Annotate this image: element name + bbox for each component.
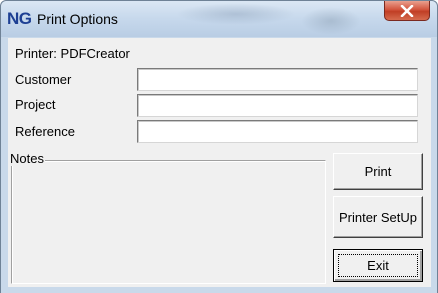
title-bar-glass — [176, 3, 296, 25]
customer-label: Customer — [15, 72, 72, 87]
project-input[interactable] — [137, 94, 418, 117]
reference-label: Reference — [15, 124, 75, 139]
window-title: Print Options — [37, 11, 118, 27]
window-frame-bottom — [1, 287, 437, 293]
title-bar-glass — [301, 7, 361, 35]
print-button[interactable]: Print — [333, 153, 423, 190]
close-button[interactable] — [384, 1, 430, 21]
printer-label: Printer: PDFCreator — [15, 46, 130, 61]
project-label: Project — [15, 97, 56, 112]
title-bar[interactable]: NG Print Options — [1, 1, 437, 37]
printer-setup-button[interactable]: Printer SetUp — [333, 196, 423, 238]
printer-name: PDFCreator — [60, 46, 130, 61]
app-logo: NG — [7, 9, 32, 28]
reference-input[interactable] — [137, 120, 418, 143]
notes-label: Notes — [9, 151, 45, 166]
customer-input[interactable] — [137, 68, 418, 91]
notes-group[interactable] — [11, 160, 326, 284]
dialog-body: Printer: PDFCreator Customer Project Ref… — [8, 38, 431, 287]
exit-button[interactable]: Exit — [333, 249, 423, 282]
focus-rectangle — [338, 254, 418, 277]
close-icon — [400, 4, 414, 17]
print-options-window: NG Print Options Printer: PDFCreator Cus… — [0, 0, 438, 293]
